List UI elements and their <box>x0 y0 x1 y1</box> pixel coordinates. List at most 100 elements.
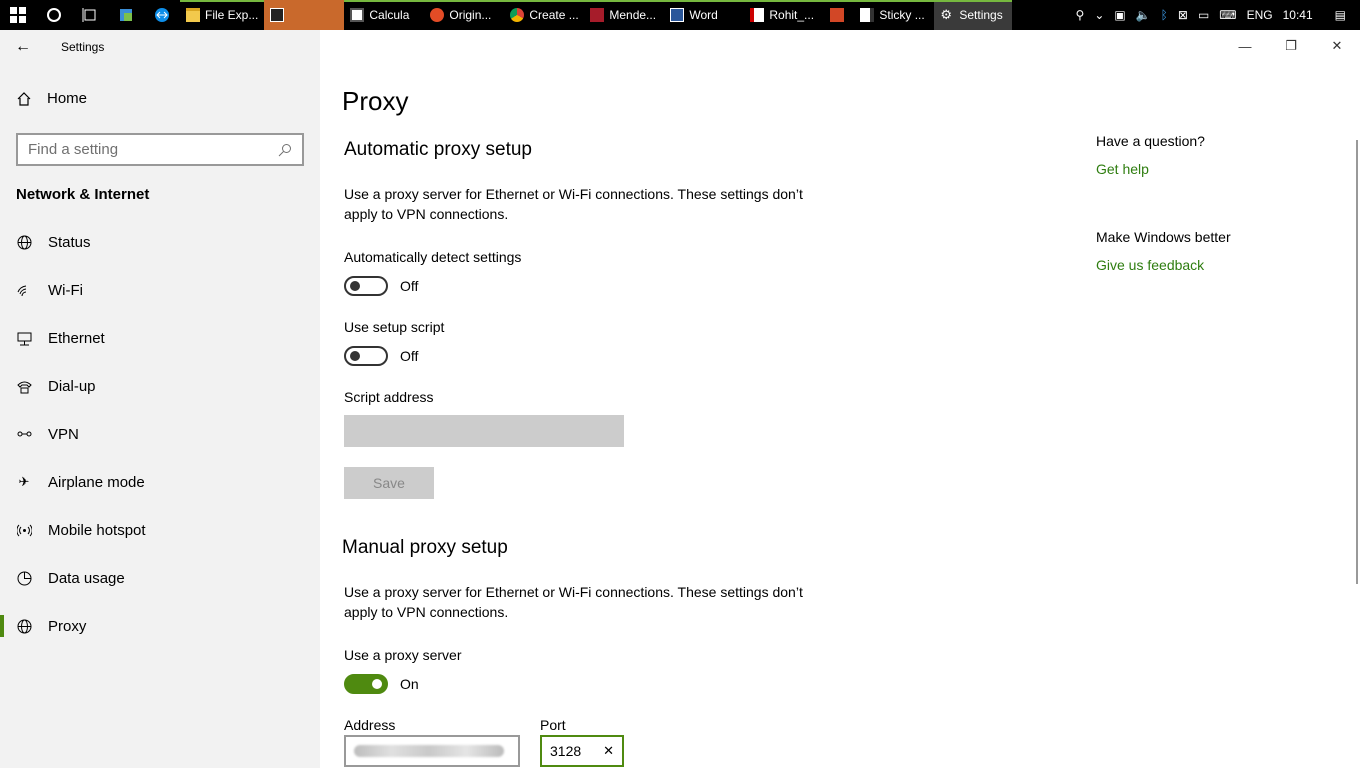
proxy-address-input[interactable] <box>344 735 520 767</box>
auto-detect-row: Off <box>344 276 418 296</box>
taskbar-app-pdf[interactable]: Rohit_... <box>744 0 825 30</box>
volume-icon[interactable]: 🔈 <box>1136 8 1151 22</box>
search-input[interactable]: Find a setting <box>16 133 304 166</box>
get-help-link[interactable]: Get help <box>1096 161 1149 177</box>
sidebar-item-wifi[interactable]: Wi-Fi <box>0 266 320 314</box>
redacted-address <box>354 745 504 757</box>
use-proxy-toggle[interactable] <box>344 674 388 694</box>
sidebar-item-data-usage[interactable]: Data usage <box>0 554 320 602</box>
feedback-link[interactable]: Give us feedback <box>1096 257 1204 273</box>
network-icon[interactable]: ▣ <box>1114 8 1125 22</box>
taskbar-app-settings[interactable]: ⚙ Settings <box>934 0 1013 30</box>
sidebar-item-mobile-hotspot[interactable]: Mobile hotspot <box>0 506 320 554</box>
bluetooth-icon[interactable]: ᛒ <box>1161 8 1168 22</box>
globe-icon <box>16 618 32 634</box>
vpn-icon <box>16 426 32 442</box>
scrollbar[interactable] <box>1356 140 1358 584</box>
taskbar-app-calculator[interactable]: Calcula <box>344 0 425 30</box>
port-label: Port <box>540 717 566 733</box>
sidebar-item-label: Airplane mode <box>48 473 145 491</box>
task-view-button[interactable] <box>72 0 108 30</box>
taskbar-app-powerpoint[interactable] <box>824 0 855 30</box>
sidebar-item-status[interactable]: Status <box>0 218 320 266</box>
globe-icon <box>16 234 32 250</box>
cortana-icon <box>47 8 61 22</box>
taskbar-app-label: Create ... <box>529 8 579 22</box>
powerpoint-icon <box>830 8 845 22</box>
action-center-icon[interactable]: ▤ <box>1335 8 1346 22</box>
language-indicator[interactable]: ENG <box>1247 8 1273 22</box>
taskbar-app-origin[interactable]: Origin... <box>424 0 505 30</box>
proxy-port-input[interactable]: 3128 ✕ <box>540 735 624 767</box>
data-usage-icon <box>16 570 32 586</box>
sidebar-item-label: Dial-up <box>48 377 96 395</box>
main-content: Proxy Automatic proxy setup Use a proxy … <box>320 30 1360 768</box>
network-status-icon[interactable]: ⊠ <box>1178 8 1188 22</box>
setup-script-toggle[interactable] <box>344 346 388 366</box>
folder-icon <box>186 8 200 22</box>
taskbar-pinned-app[interactable] <box>108 0 144 30</box>
taskbar-app-word[interactable]: Word <box>664 0 745 30</box>
battery-icon[interactable]: ▭ <box>1198 8 1209 22</box>
sidebar-item-label: Status <box>48 233 91 251</box>
group-title: Network & Internet <box>16 186 150 203</box>
search-icon <box>278 143 291 156</box>
task-view-icon <box>82 8 96 22</box>
taskbar-app-label: Word <box>689 8 718 22</box>
teamviewer-icon <box>155 8 169 22</box>
wifi-icon <box>16 282 32 298</box>
sidebar-item-airplane-mode[interactable]: ✈ Airplane mode <box>0 458 320 506</box>
help-question: Have a question? <box>1096 133 1205 149</box>
sidebar-item-label: Ethernet <box>48 329 105 347</box>
sidebar-item-proxy[interactable]: Proxy <box>0 602 320 650</box>
chrome-icon <box>510 8 525 22</box>
start-button[interactable] <box>0 0 36 30</box>
clear-icon[interactable]: ✕ <box>603 743 614 759</box>
setup-script-state: Off <box>400 348 419 364</box>
use-proxy-row: On <box>344 674 419 694</box>
mendeley-icon <box>590 8 605 22</box>
taskbar-app-label: Origin... <box>449 8 492 22</box>
taskbar-app-file-explorer[interactable]: File Exp... <box>180 0 265 30</box>
taskbar-app-label: Sticky ... <box>879 8 925 22</box>
back-button[interactable]: ← <box>0 30 46 64</box>
taskbar-app-label: Settings <box>959 8 1003 22</box>
home-nav-item[interactable]: Home <box>16 90 87 107</box>
make-windows-better: Make Windows better <box>1096 229 1231 245</box>
cortana-button[interactable] <box>36 0 72 30</box>
taskbar-app-mendeley[interactable]: Mende... <box>584 0 665 30</box>
back-arrow-icon: ← <box>15 38 31 55</box>
taskbar-app-label: Calcula <box>369 8 410 22</box>
pdf-icon <box>750 8 765 22</box>
setup-script-row: Off <box>344 346 418 366</box>
sticky-notes-icon <box>860 8 875 22</box>
taskbar-app-sticky-notes[interactable]: Sticky ... <box>854 0 935 30</box>
windows-logo-icon <box>10 7 26 23</box>
keyboard-icon[interactable]: ⌨ <box>1219 8 1236 22</box>
sidebar-item-label: Wi-Fi <box>48 281 83 299</box>
airplane-icon: ✈ <box>18 474 30 489</box>
taskbar-teamviewer[interactable] <box>144 0 180 30</box>
people-icon[interactable]: ⚲ <box>1076 8 1085 22</box>
taskbar-app-label: Mende... <box>609 8 657 22</box>
chevron-up-icon[interactable]: ⌄ <box>1094 8 1104 22</box>
terminal-icon <box>270 8 285 22</box>
save-button[interactable]: Save <box>344 467 434 499</box>
search-placeholder: Find a setting <box>28 141 119 158</box>
taskbar-app-chrome[interactable]: Create ... <box>504 0 585 30</box>
home-icon <box>17 91 31 106</box>
setup-script-label: Use setup script <box>344 319 445 335</box>
sidebar-item-vpn[interactable]: VPN <box>0 410 320 458</box>
window-title: Settings <box>61 40 105 54</box>
app-icon <box>120 9 132 21</box>
taskbar-app-terminal[interactable] <box>264 0 345 30</box>
sidebar-item-dialup[interactable]: Dial-up <box>0 362 320 410</box>
script-address-input[interactable] <box>344 415 624 447</box>
clock[interactable]: 10:41 <box>1283 8 1313 22</box>
use-proxy-label: Use a proxy server <box>344 647 462 663</box>
auto-proxy-description: Use a proxy server for Ethernet or Wi-Fi… <box>344 186 803 222</box>
address-label: Address <box>344 717 396 733</box>
taskbar-app-label: Rohit_... <box>769 8 815 22</box>
auto-detect-toggle[interactable] <box>344 276 388 296</box>
sidebar-item-ethernet[interactable]: Ethernet <box>0 314 320 362</box>
